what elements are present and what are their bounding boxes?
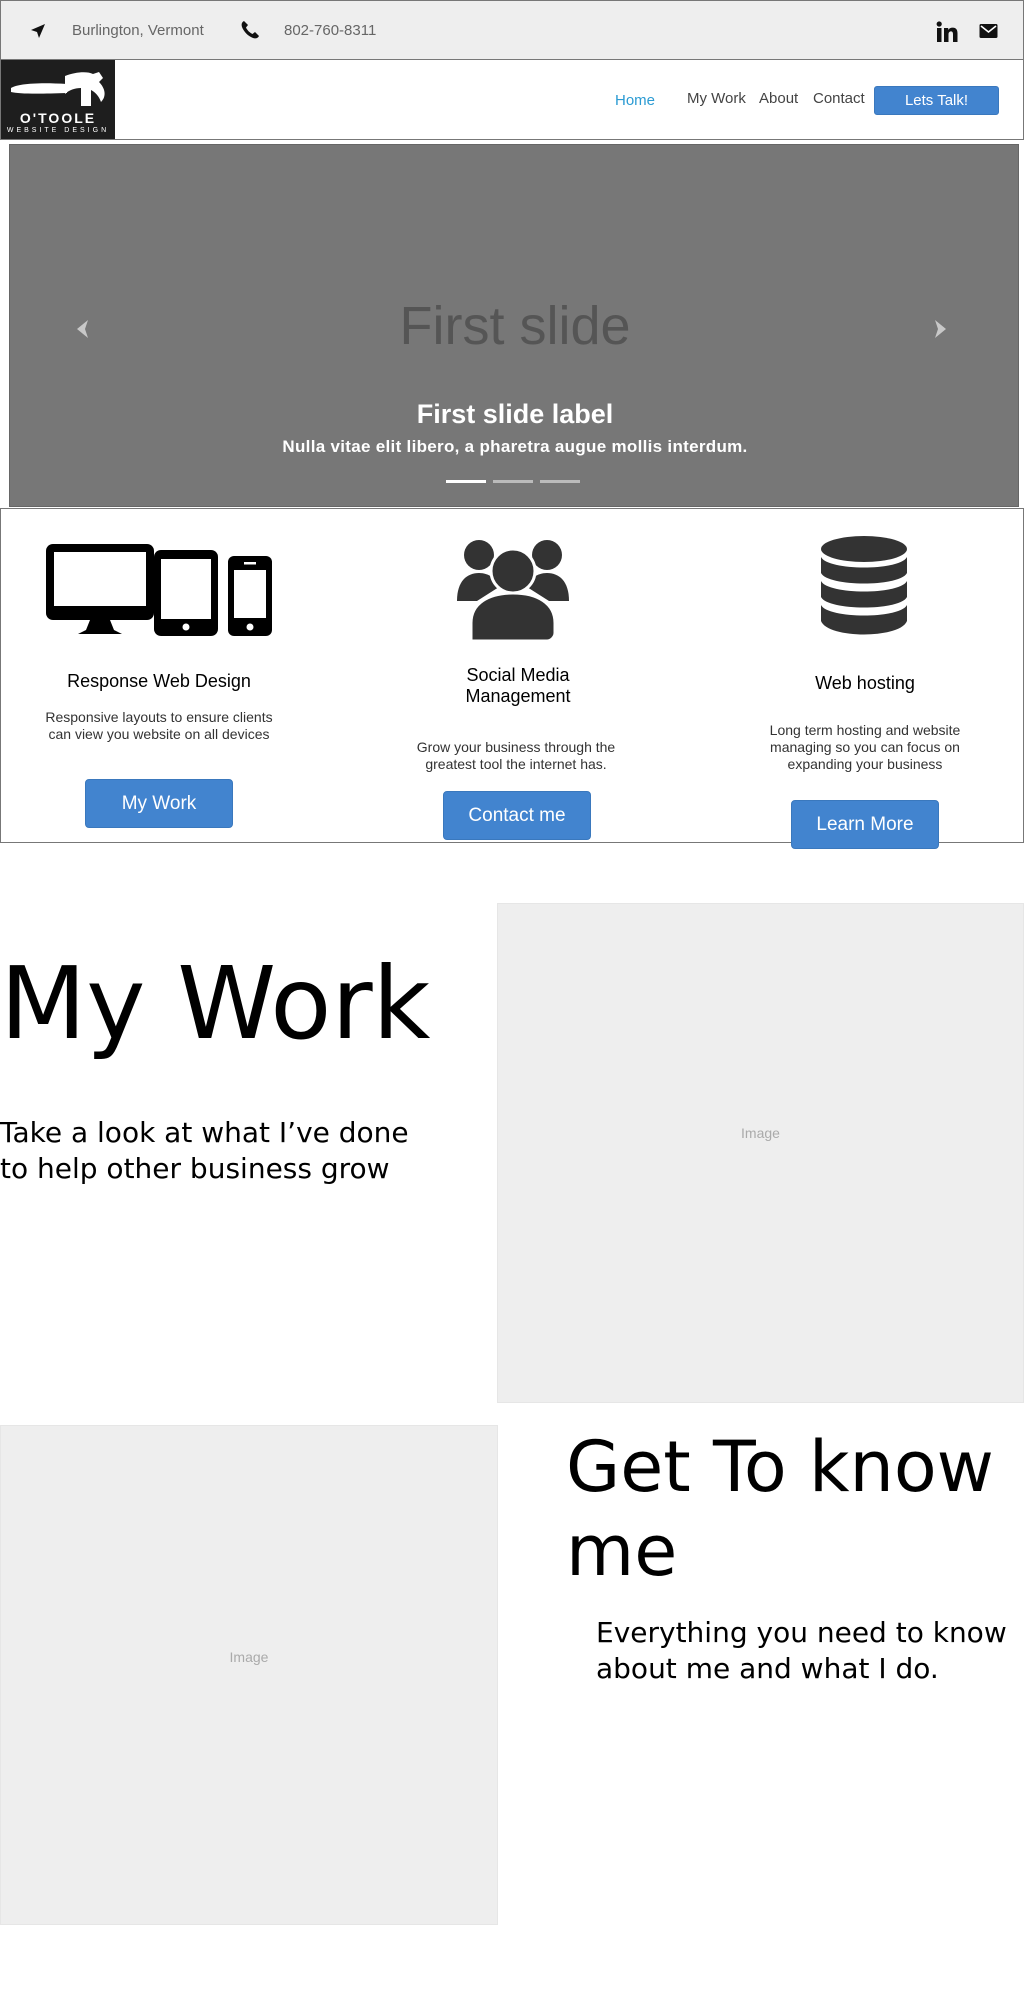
linkedin-icon[interactable] xyxy=(936,21,958,43)
carousel-next-icon[interactable] xyxy=(931,317,951,341)
my-work-image: Image xyxy=(497,903,1024,1403)
nav-about[interactable]: About xyxy=(759,90,798,107)
carousel-indicator-2[interactable] xyxy=(493,480,533,483)
site-logo[interactable]: O'TOOLE WEBSITE DESIGN xyxy=(1,60,115,139)
nav-home[interactable]: Home xyxy=(615,92,655,109)
service-title: Social Media Management xyxy=(465,665,571,706)
slide-title: First slide xyxy=(399,296,631,356)
service-title: Web hosting xyxy=(815,673,915,693)
slide-caption: Nulla vitae elit libero, a pharetra augu… xyxy=(282,437,748,456)
logo-name: O'TOOLE xyxy=(19,110,97,126)
hammer-logo-icon xyxy=(11,72,105,106)
location-arrow-icon xyxy=(31,24,45,38)
users-icon xyxy=(457,540,569,641)
nav-my-work[interactable]: My Work xyxy=(687,90,746,107)
lets-talk-button[interactable]: Lets Talk! xyxy=(874,86,999,115)
database-icon xyxy=(821,536,907,635)
carousel-indicators xyxy=(446,480,586,484)
contact-me-button[interactable]: Contact me xyxy=(443,791,591,840)
carousel-indicator-1[interactable] xyxy=(446,480,486,483)
my-work-heading: My Work xyxy=(0,945,431,1062)
service-description: Long term hosting and website managing s… xyxy=(769,722,961,772)
phone-number[interactable]: 802-760-8311 xyxy=(284,22,376,39)
service-description: Grow your business through the greatest … xyxy=(416,739,616,772)
slide-label: First slide label xyxy=(416,399,614,429)
about-image: Image xyxy=(0,1425,498,1925)
services-section: Response Web Design Responsive layouts t… xyxy=(0,508,1024,849)
logo-tagline: WEBSITE DESIGN xyxy=(6,127,110,134)
my-work-subtitle: Take a look at what I’ve done to help ot… xyxy=(0,1116,409,1185)
carousel-indicator-3[interactable] xyxy=(540,480,580,483)
top-contact-bar: Burlington, Vermont 802-760-8311 xyxy=(0,0,1024,60)
nav-contact[interactable]: Contact xyxy=(813,90,865,107)
hero-carousel: First slide First slide label Nulla vita… xyxy=(9,144,1019,507)
mail-icon[interactable] xyxy=(979,23,998,39)
devices-icon xyxy=(46,544,272,636)
carousel-prev-icon[interactable] xyxy=(72,317,92,341)
service-title: Response Web Design xyxy=(67,671,251,691)
get-to-know-heading: Get To know me xyxy=(566,1426,994,1592)
location-text: Burlington, Vermont xyxy=(72,22,204,39)
image-placeholder-label: Image xyxy=(741,1125,780,1141)
site-header: O'TOOLE WEBSITE DESIGN Home My Work Abou… xyxy=(0,60,1024,140)
get-to-know-subtitle: Everything you need to know about me and… xyxy=(596,1616,1007,1685)
learn-more-button[interactable]: Learn More xyxy=(791,800,939,849)
service-description: Responsive layouts to ensure clients can… xyxy=(45,709,273,742)
phone-icon[interactable] xyxy=(239,19,261,41)
my-work-button[interactable]: My Work xyxy=(85,779,233,828)
image-placeholder-label: Image xyxy=(229,1649,269,1665)
